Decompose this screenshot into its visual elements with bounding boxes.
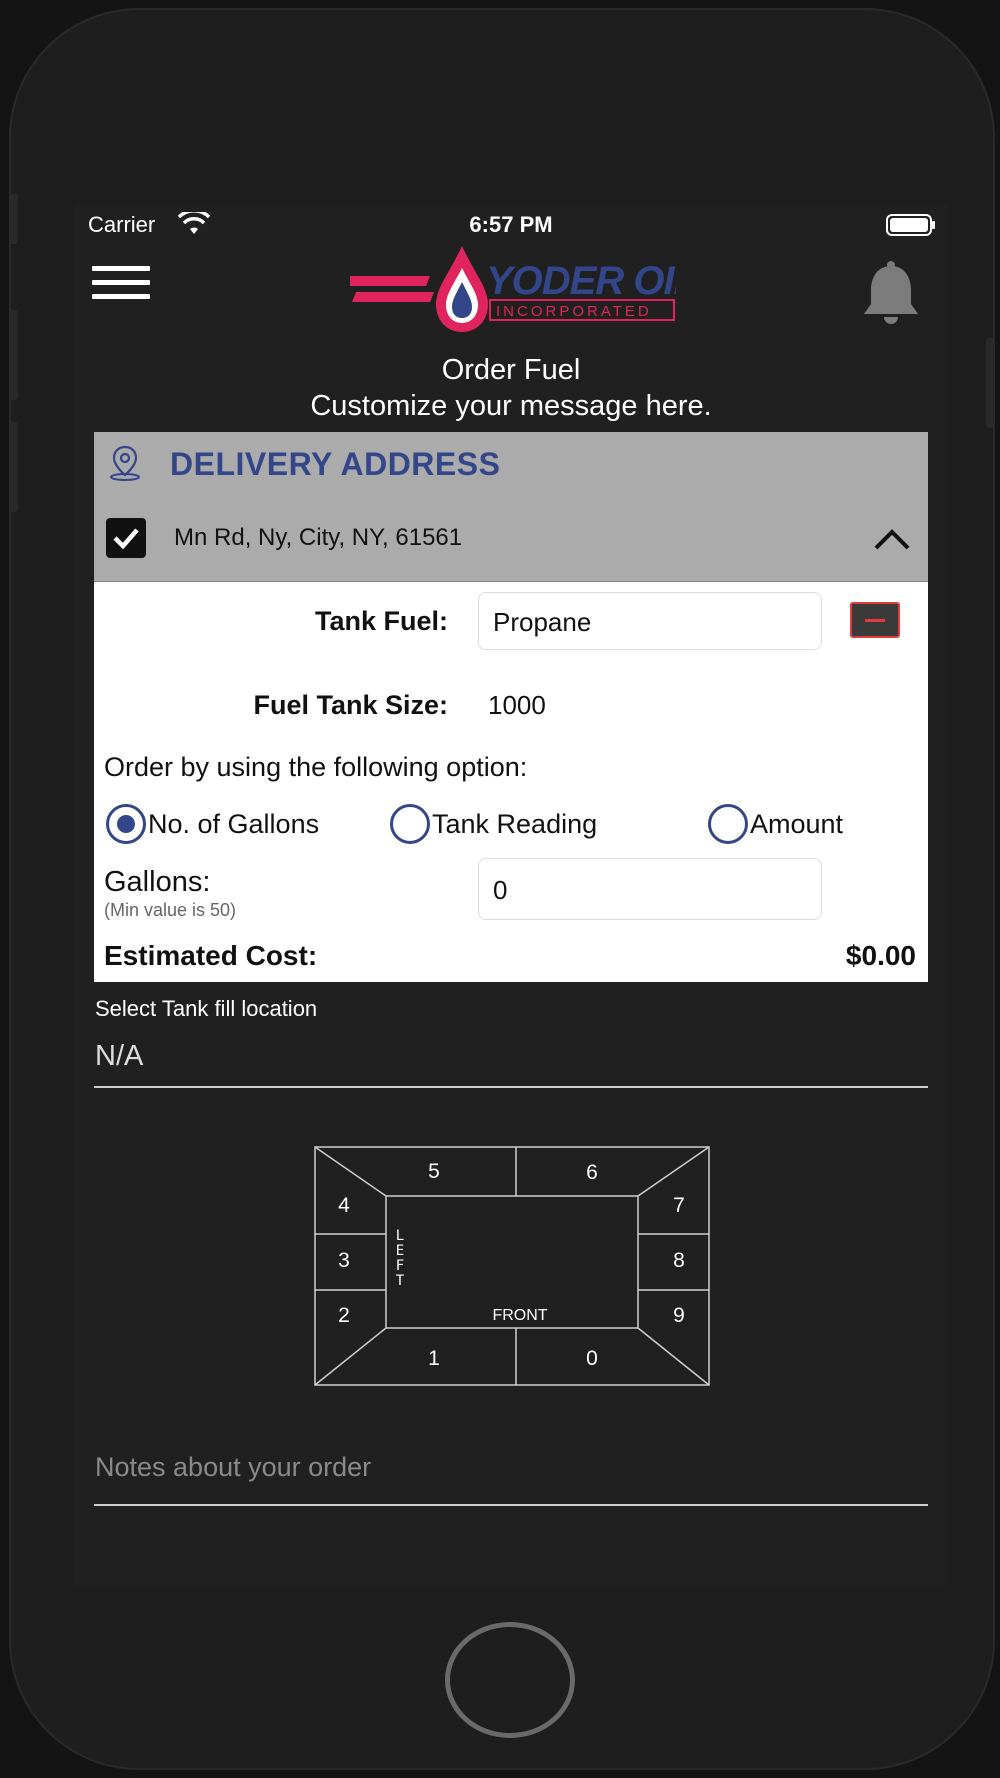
left-label: LEFT — [396, 1228, 405, 1289]
estimated-cost-label: Estimated Cost: — [104, 940, 318, 971]
radio-selected-icon — [106, 804, 146, 844]
tank-size-value: 1000 — [488, 690, 546, 720]
delivery-address-text[interactable]: Mn Rd, Ny, City, NY, 61561 — [174, 524, 462, 552]
zone-4[interactable]: 4 — [338, 1194, 350, 1217]
zone-7[interactable]: 7 — [673, 1194, 685, 1217]
notes-input[interactable]: Notes about your order — [95, 1452, 371, 1483]
option-gallons-radio[interactable]: No. of Gallons — [106, 804, 319, 844]
option-tank-reading-label: Tank Reading — [432, 808, 598, 839]
gallons-input[interactable]: 0 — [478, 858, 822, 920]
delivery-address-header: DELIVERY ADDRESS — [170, 446, 501, 482]
estimated-cost-value: $0.00 — [845, 940, 916, 971]
home-button[interactable] — [445, 1622, 575, 1738]
option-tank-reading-radio[interactable]: Tank Reading — [390, 804, 597, 844]
fill-location-select[interactable]: N/A — [95, 1040, 143, 1073]
zone-0[interactable]: 0 — [586, 1347, 598, 1370]
radio-unselected-icon — [708, 804, 748, 844]
bell-icon[interactable] — [860, 260, 922, 326]
status-bar: Carrier 6:57 PM — [74, 204, 948, 244]
chevron-up-icon[interactable] — [872, 524, 912, 554]
fuel-order-form: Tank Fuel: Propane Fuel Tank Size: 1000 … — [94, 582, 928, 982]
zone-8[interactable]: 8 — [673, 1249, 685, 1272]
tank-fill-location-diagram[interactable]: 5 6 4 7 3 8 2 9 1 0 FRONT LEFT — [314, 1146, 710, 1386]
radio-unselected-icon — [390, 804, 430, 844]
page-title: Order Fuel — [441, 354, 581, 386]
fill-location-underline — [94, 1086, 928, 1088]
logo-name-text: YODER OIL — [486, 259, 676, 303]
phone-frame: Carrier 6:57 PM YODER OIL INCORPORATED O… — [9, 8, 995, 1770]
fill-location-label: Select Tank fill location — [95, 996, 318, 1021]
battery-icon — [886, 214, 935, 236]
hamburger-menu-icon[interactable] — [92, 266, 150, 306]
zone-9[interactable]: 9 — [673, 1304, 685, 1327]
zone-1[interactable]: 1 — [428, 1347, 440, 1370]
location-pin-icon — [110, 445, 140, 481]
order-option-label: Order by using the following option: — [104, 752, 528, 782]
gallons-hint: (Min value is 50) — [104, 900, 237, 920]
page-subtitle: Customize your message here. — [310, 390, 712, 422]
power-button — [986, 338, 995, 428]
remove-tank-button[interactable] — [850, 602, 900, 638]
zone-6[interactable]: 6 — [586, 1161, 598, 1184]
clock: 6:57 PM — [469, 212, 553, 237]
app-screen: Carrier 6:57 PM YODER OIL INCORPORATED O… — [74, 204, 948, 1586]
page-heading: Order Fuel Customize your message here. — [74, 352, 948, 424]
option-amount-radio[interactable]: Amount — [708, 804, 843, 844]
logo-sub-text: INCORPORATED — [496, 303, 652, 320]
delivery-address-panel: DELIVERY ADDRESS Mn Rd, Ny, City, NY, 61… — [94, 432, 928, 582]
front-label: FRONT — [492, 1307, 547, 1324]
gallons-label: Gallons: — [104, 866, 211, 898]
zone-5[interactable]: 5 — [428, 1160, 440, 1183]
checkmark-icon — [113, 528, 139, 550]
option-gallons-label: No. of Gallons — [148, 808, 320, 839]
zone-3[interactable]: 3 — [338, 1249, 350, 1272]
option-amount-label: Amount — [750, 808, 844, 839]
volume-down-button — [9, 422, 18, 512]
tank-fuel-label: Tank Fuel: — [314, 606, 448, 636]
tank-fuel-field[interactable]: Propane — [478, 592, 822, 650]
yoder-oil-logo: YODER OIL INCORPORATED — [350, 246, 676, 332]
tank-size-label: Fuel Tank Size: — [253, 690, 448, 720]
volume-up-button — [9, 310, 18, 400]
zone-2[interactable]: 2 — [338, 1304, 350, 1327]
notes-underline — [94, 1504, 928, 1506]
address-checkbox[interactable] — [106, 518, 146, 558]
mute-switch — [9, 194, 18, 244]
